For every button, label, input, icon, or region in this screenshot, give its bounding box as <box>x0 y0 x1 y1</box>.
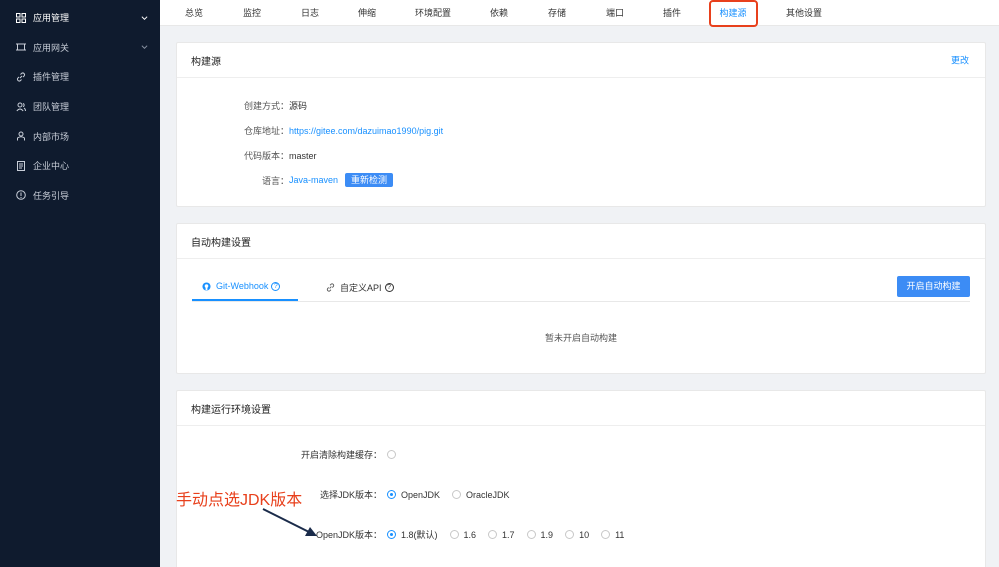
method-row: 创建方式： 源码 <box>227 99 307 112</box>
gateway-icon <box>16 42 26 52</box>
radio-openjdk[interactable]: OpenJDK <box>387 490 440 500</box>
tab-custom-api[interactable]: 自定义API ? <box>326 281 394 294</box>
market-icon <box>16 131 26 141</box>
sidebar-item-label: 任务引导 <box>33 190 70 201</box>
grid-icon <box>16 12 26 23</box>
language-row: 语言： Java-maven 重新检测 <box>227 173 394 187</box>
sidebar-item-task-guide[interactable]: 任务引导 <box>0 181 160 211</box>
radio-jdk-1-8[interactable]: 1.8(默认) <box>387 528 438 541</box>
runtime-env-title: 构建运行环境设置 <box>191 404 271 416</box>
radio-jdk-10[interactable]: 10 <box>565 530 589 540</box>
repo-label: 仓库地址： <box>243 126 289 136</box>
radio-label: 1.9 <box>540 529 554 540</box>
sidebar-item-internal-market[interactable]: 内部市场 <box>0 121 160 151</box>
sidebar-item-enterprise-center[interactable]: 企业中心 <box>0 151 160 181</box>
radio-jdk-1-9[interactable]: 1.9 <box>526 529 554 540</box>
sidebar-item-label: 内部市场 <box>33 131 70 142</box>
help-icon[interactable]: ? <box>384 283 394 292</box>
tab-ports[interactable]: 端口 <box>606 0 624 26</box>
sidebar-item-label: 企业中心 <box>33 161 70 172</box>
clear-cache-row: 开启清除构建缓存： <box>217 448 413 461</box>
sidebar-item-label: 应用管理 <box>33 13 70 24</box>
version-value: master <box>289 150 317 161</box>
sidebar-item-label: 应用网关 <box>33 42 70 53</box>
tab-overview[interactable]: 总览 <box>185 0 203 26</box>
tab-other-settings[interactable]: 其他设置 <box>786 0 822 26</box>
active-tab-indicator <box>192 299 298 301</box>
repo-link[interactable]: https://gitee.com/dazuimao1990/pig.git <box>289 126 443 136</box>
sidebar-item-label: 插件管理 <box>33 72 70 83</box>
empty-state-text: 暂未开启自动构建 <box>544 333 617 343</box>
auto-build-card: 自动构建设置 Git-Webhook ? 自定义API ? 开启自动构建 暂未开… <box>176 223 986 374</box>
radio-label: 1.6 <box>463 529 477 540</box>
clear-cache-label: 开启清除构建缓存： <box>300 450 382 460</box>
repo-row: 仓库地址： https://gitee.com/dazuimao1990/pig… <box>227 124 443 137</box>
radio-label: 11 <box>615 529 625 540</box>
radio-label: 1.7 <box>502 529 515 540</box>
chevron-down-icon <box>141 45 148 50</box>
card-title: 构建源 更改 <box>177 43 985 78</box>
radio-jdk-1-7[interactable]: 1.7 <box>488 530 515 540</box>
sidebar: 应用管理 应用网关 插件管理 团队管理 内部市场 企业中心 任务引导 <box>0 0 160 567</box>
enable-auto-build-button[interactable]: 开启自动构建 <box>897 276 970 297</box>
sidebar-item-label: 团队管理 <box>33 102 70 113</box>
document-icon <box>16 160 26 171</box>
radio-label: 1.8(默认) <box>401 530 438 540</box>
team-icon <box>16 102 26 112</box>
tab-divider <box>192 301 970 302</box>
tab-custom-api-label: 自定义API <box>340 283 382 293</box>
sidebar-item-plugin-management[interactable]: 插件管理 <box>0 62 160 92</box>
tab-monitor[interactable]: 监控 <box>243 0 261 26</box>
annotation-arrow-icon <box>262 508 317 536</box>
method-value: 源码 <box>289 101 308 111</box>
tab-highlight-box <box>709 0 758 27</box>
radio-oraclejdk[interactable]: OracleJDK <box>452 490 510 500</box>
radio-jdk-1-6[interactable]: 1.6 <box>449 529 477 540</box>
recheck-button[interactable]: 重新检测 <box>345 173 394 187</box>
sidebar-item-app-management[interactable]: 应用管理 <box>0 3 160 33</box>
link-icon <box>16 72 26 82</box>
tab-git-webhook[interactable]: Git-Webhook ? <box>202 281 281 291</box>
sidebar-item-team-management[interactable]: 团队管理 <box>0 92 160 122</box>
build-source-card: 构建源 更改 创建方式： 源码 仓库地址： https://gitee.com/… <box>176 42 986 207</box>
version-label: 代码版本： <box>243 151 289 161</box>
tab-scaling[interactable]: 伸缩 <box>358 0 376 26</box>
radio-jdk-11[interactable]: 11 <box>601 530 624 540</box>
help-icon[interactable]: ? <box>271 281 281 291</box>
clear-cache-radio[interactable] <box>387 450 401 459</box>
tab-git-webhook-label: Git-Webhook <box>216 281 269 291</box>
tab-storage[interactable]: 存储 <box>548 0 566 26</box>
tab-logs[interactable]: 日志 <box>301 0 319 26</box>
version-row: 代码版本： master <box>227 149 317 162</box>
language-label: 语言： <box>261 175 289 186</box>
radio-oraclejdk-label: OracleJDK <box>466 489 510 500</box>
tab-env-config[interactable]: 环境配置 <box>415 0 451 26</box>
card-title: 构建运行环境设置 <box>177 391 985 426</box>
tab-bar: 总览 监控 日志 伸缩 环境配置 依赖 存储 端口 插件 构建源 其他设置 <box>160 0 999 26</box>
build-source-title: 构建源 <box>191 56 221 68</box>
card-title: 自动构建设置 <box>177 224 985 259</box>
auto-build-title: 自动构建设置 <box>191 237 251 249</box>
language-value: Java-maven <box>289 175 339 185</box>
info-icon <box>16 190 26 201</box>
link-icon <box>326 283 335 292</box>
edit-link[interactable]: 更改 <box>951 54 969 67</box>
tab-plugins[interactable]: 插件 <box>663 0 681 26</box>
radio-openjdk-label: OpenJDK <box>401 489 441 500</box>
chevron-down-icon <box>141 16 148 20</box>
tab-dependencies[interactable]: 依赖 <box>490 0 508 26</box>
method-label: 创建方式： <box>243 101 289 111</box>
sidebar-item-app-gateway[interactable]: 应用网关 <box>0 33 160 63</box>
github-icon <box>202 281 211 291</box>
radio-label: 10 <box>579 529 590 540</box>
